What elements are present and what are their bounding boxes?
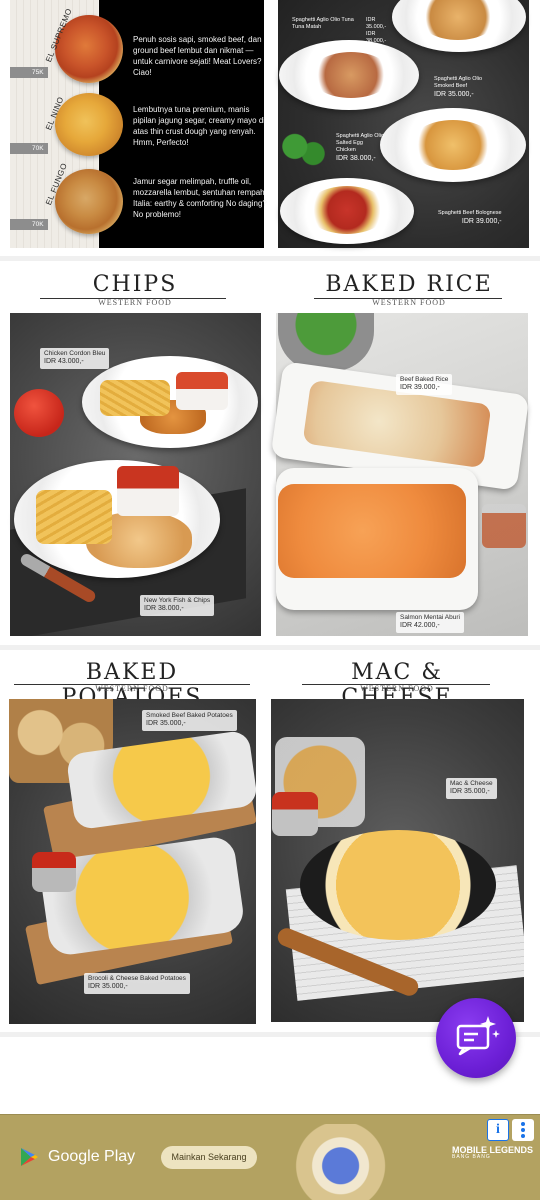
google-play-icon: [21, 1148, 38, 1166]
ml-subtitle: BANG BANG: [452, 1154, 491, 1160]
baked-rice-tag-salmon: Salmon Mentai Aburi IDR 42.000,-: [396, 612, 464, 633]
pasta-salted-egg-price: IDR 38.000,-: [336, 155, 376, 163]
baked-rice-subtitle: WESTERN FOOD: [372, 298, 446, 307]
baked-rice-title: BAKED RICE: [325, 272, 493, 297]
mobile-legends-logo: MOBILE LEGENDS BANG BANG: [452, 1146, 533, 1160]
section-divider-2: [0, 645, 540, 650]
chips-fish-price: IDR 38.000,-: [144, 605, 184, 613]
cordon-sauce-image: [176, 372, 228, 410]
baked-potatoes-tag-brocoli: Brocoli & Cheese Baked Potatoes IDR 35.0…: [84, 973, 190, 994]
pasta-tuna-name: Spaghetti Aglio Olio Tuna Tuna Matah: [292, 17, 354, 31]
pasta-salted-egg-image: [410, 120, 496, 170]
pasta-smoked-beef-image: [310, 52, 392, 98]
fish-sauce-image: [117, 466, 179, 516]
baked-rice-beef-name: Beef Baked Rice: [400, 376, 449, 383]
pasta-tuna-price: IDR 35.000,- IDR 38.000,-: [366, 17, 387, 45]
chips-tag-fish: New York Fish & Chips IDR 38.000,-: [140, 595, 215, 616]
chips-cordon-bleu-name: Chicken Cordon Bleu: [44, 350, 106, 357]
mac-cheese-bowl-image: [300, 830, 496, 940]
google-play-label: Google Play: [48, 1148, 136, 1165]
pasta-bolognese-price: IDR 39.000,-: [461, 218, 502, 226]
kebab-menu-icon[interactable]: [512, 1119, 534, 1141]
mac-cheese-tag: Mac & Cheese IDR 35.000,-: [446, 778, 497, 799]
potatoes-brocoli-price: IDR 35.000,-: [88, 983, 128, 991]
chips-cordon-bleu-price: IDR 43.000,-: [44, 358, 84, 366]
pasta-bolognese-image: [306, 186, 388, 234]
ad-cta-button[interactable]: Mainkan Sekarang: [161, 1146, 257, 1169]
pizza-el-fungo-image: [55, 169, 123, 234]
chips-tag-cordon-bleu: Chicken Cordon Bleu IDR 43.000,-: [40, 348, 110, 369]
potatoes-brocoli-name: Brocoli & Cheese Baked Potatoes: [88, 975, 186, 982]
pizza-price-el-supremo: 75K: [10, 67, 48, 78]
pizza-el-nino-image: [55, 93, 123, 156]
section-divider: [0, 256, 540, 261]
baked-rice-salmon-image: [278, 484, 466, 578]
mac-cheese-name: Mac & Cheese: [450, 780, 493, 787]
pizza-desc-el-fungo: Jamur segar melimpah, truffle oil, mozza…: [133, 177, 267, 220]
pizza-price-el-nino: 70K: [10, 143, 48, 154]
cordon-fries-image: [100, 380, 170, 416]
baked-rice-beef-price: IDR 39.000,-: [400, 384, 440, 392]
chips-title: CHIPS: [92, 272, 178, 297]
mac-cheese-subtitle: WESTERN FOOD: [360, 684, 434, 693]
pasta-bolognese-name: Spaghetti Beef Bolognese: [438, 210, 502, 216]
pasta-smoked-beef-name: Spaghetti Aglio Olio Smoked Beef: [434, 76, 483, 90]
info-icon[interactable]: i: [487, 1119, 509, 1141]
basil-garnish: [281, 132, 327, 168]
mac-cheese-price: IDR 35.000,-: [450, 788, 490, 796]
chips-subtitle: WESTERN FOOD: [98, 298, 172, 307]
pasta-bolognese-tag: Spaghetti Beef Bolognese IDR 39.000,-: [438, 210, 502, 226]
pizza-price-el-fungo: 70K: [10, 219, 48, 230]
pasta-tuna-tag: Spaghetti Aglio Olio Tuna Tuna Matah IDR…: [292, 17, 386, 44]
potatoes-smoked-beef-price: IDR 35.000,-: [146, 720, 186, 728]
chips-fish-name: New York Fish & Chips: [144, 597, 211, 604]
pizza-desc-el-supremo: Penuh sosis sapi, smoked beef, dan groun…: [133, 35, 262, 78]
baked-rice-tag-beef: Beef Baked Rice IDR 39.000,-: [396, 374, 453, 395]
potatoes-smoked-beef-name: Smoked Beef Baked Potatoes: [146, 712, 233, 719]
pasta-smoked-beef-tag: Spaghetti Aglio Olio Smoked Beef IDR 35.…: [434, 76, 498, 99]
baked-potatoes-subtitle: WESTERN FOOD: [95, 684, 169, 693]
ad-hero-art: [292, 1124, 400, 1200]
pizza-desc-el-nino: Lembutnya tuna premium, manis pipilan ja…: [133, 105, 266, 148]
fish-fries-image: [36, 490, 112, 544]
baked-potatoes-tag-smoked-beef: Smoked Beef Baked Potatoes IDR 35.000,-: [142, 710, 237, 731]
tomato-image: [14, 389, 64, 437]
ai-chat-button[interactable]: [436, 998, 516, 1078]
ai-chat-sparkle-icon: [456, 1016, 500, 1056]
spice-jar-image: [482, 504, 526, 548]
pasta-salted-egg-tag: Spaghetti Aglio Olio Salted Egg Chicken …: [336, 133, 384, 164]
baked-rice-salmon-name: Salmon Mentai Aburi: [400, 614, 460, 621]
dip-cup-image: [32, 852, 76, 892]
pasta-smoked-beef-price: IDR 35.000,-: [434, 91, 474, 99]
sauce-cup-image: [272, 792, 318, 836]
baked-rice-salmon-price: IDR 42.000,-: [400, 622, 440, 630]
pasta-salted-egg-name: Spaghetti Aglio Olio Salted Egg Chicken: [336, 133, 385, 154]
